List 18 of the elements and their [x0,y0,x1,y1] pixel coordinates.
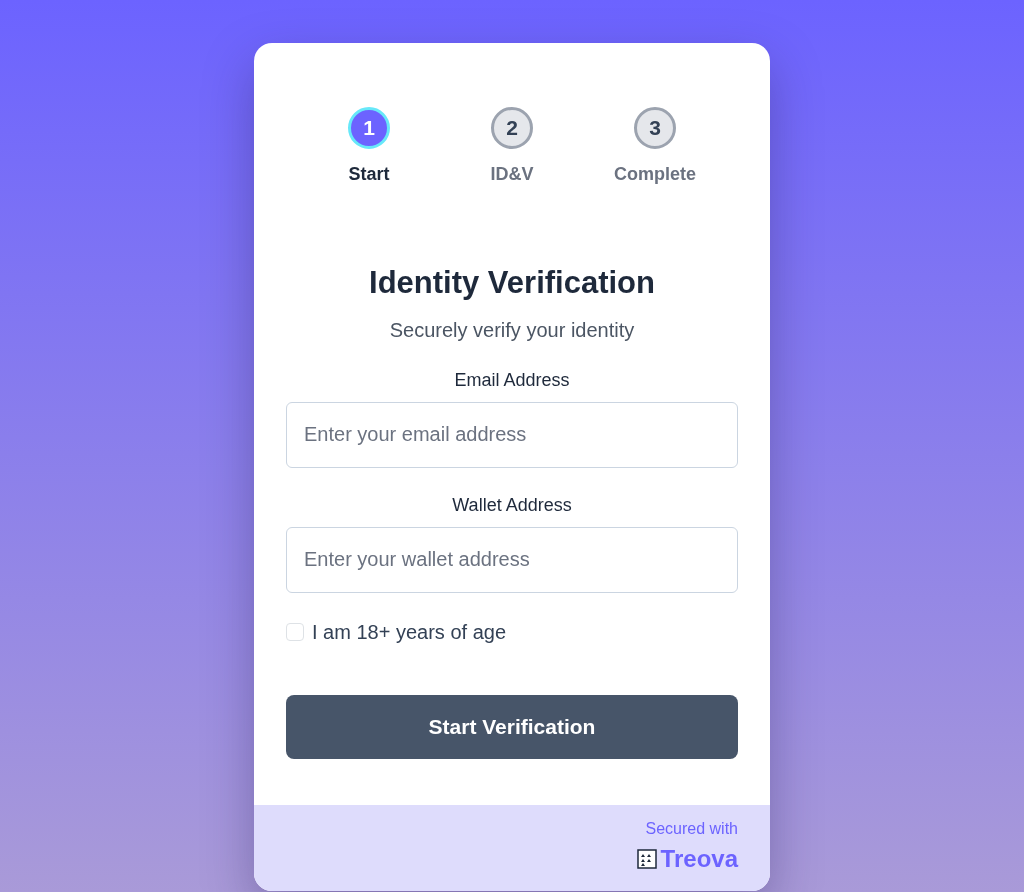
form-subtitle: Securely verify your identity [388,317,636,343]
field-label: Wallet Address [451,493,573,517]
field-label: Email Address [453,368,571,392]
age-checkbox[interactable] [286,622,304,641]
step-number[interactable]: 1 [348,107,390,149]
step-label: ID&V [489,163,535,186]
secured-caption: Secured with [644,818,738,839]
form-title: Identity Verification [368,264,656,302]
age-label: I am 18+ years of age [312,619,506,645]
step-label: Start [347,163,391,186]
brand-name: Treova [660,843,738,874]
step-number[interactable]: 3 [634,107,676,149]
logo-icon [636,848,657,869]
step-label: Complete [613,163,697,186]
start-verification-button[interactable]: Start Verification [286,694,738,759]
step-number[interactable]: 2 [491,107,533,149]
input-field[interactable]: Enter your email address [286,401,738,468]
input-field[interactable]: Enter your wallet address [286,526,738,593]
